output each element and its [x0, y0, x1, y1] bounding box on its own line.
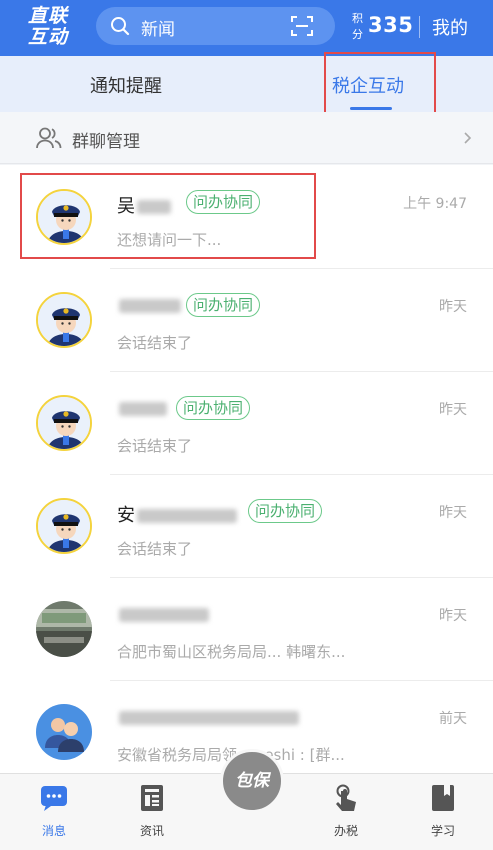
search-bar[interactable]: 新闻	[96, 7, 335, 45]
conversation-item[interactable]: 安 问办协同 昨天 会话结束了	[0, 474, 493, 577]
conversation-time: 昨天	[439, 505, 467, 521]
conversation-name: 安	[117, 501, 237, 527]
divider	[110, 577, 493, 578]
assist-badge: 问办协同	[186, 293, 261, 317]
search-icon	[111, 17, 130, 36]
tab-notifications[interactable]: 通知提醒	[90, 72, 162, 98]
conversation-list: 吴 问办协同 上午 9:47 还想请问一下... 问办协同 昨天 会话结束了 问…	[0, 165, 493, 773]
app-header: 直联 互动 新闻 积分 335 我的	[0, 0, 493, 56]
news-icon	[141, 785, 163, 811]
mine-link[interactable]: 我的	[432, 14, 468, 40]
conversation-item[interactable]: 问办协同 昨天 会话结束了	[0, 371, 493, 474]
group-users-icon	[36, 127, 62, 149]
scan-icon[interactable]	[291, 16, 313, 36]
baobao-center-button[interactable]: 包保	[220, 749, 284, 813]
conversation-time: 昨天	[439, 402, 467, 418]
nav-study[interactable]: 学习	[413, 784, 473, 839]
conversation-time: 昨天	[439, 608, 467, 624]
conversation-preview: 还想请问一下...	[117, 231, 222, 249]
divider	[110, 474, 493, 475]
police-avatar	[36, 189, 92, 245]
conversation-item[interactable]: 问办协同 昨天 会话结束了	[0, 268, 493, 371]
divider	[110, 268, 493, 269]
conversation-time: 昨天	[439, 299, 467, 315]
conversation-preview: 合肥市蜀山区税务局局... 韩曙东...	[117, 643, 346, 661]
conversation-time: 上午 9:47	[403, 196, 467, 212]
tab-tax-enterprise-interaction[interactable]: 税企互动	[332, 72, 404, 98]
nav-messages[interactable]: 消息	[24, 784, 84, 839]
points-label: 积分	[352, 12, 363, 41]
conversation-preview: 会话结束了	[117, 437, 193, 455]
photo-avatar	[36, 601, 92, 657]
active-tab-indicator	[350, 107, 392, 110]
conversation-name	[117, 295, 181, 316]
search-placeholder: 新闻	[141, 20, 175, 40]
police-avatar	[36, 498, 92, 554]
points-value: 335	[368, 13, 414, 37]
group-chat-management[interactable]: 群聊管理	[0, 112, 493, 164]
assist-badge: 问办协同	[176, 396, 251, 420]
assist-badge: 问办协同	[248, 499, 323, 523]
group-avatar	[36, 704, 92, 760]
police-avatar	[36, 292, 92, 348]
group-chat-management-label: 群聊管理	[72, 132, 140, 152]
nav-tax[interactable]: 办税	[316, 784, 376, 839]
conversation-name: 吴	[117, 192, 171, 218]
conversation-time: 前天	[439, 711, 467, 727]
assist-badge: 问办协同	[186, 190, 261, 214]
header-divider	[419, 16, 420, 38]
conversation-preview: 会话结束了	[117, 540, 193, 558]
message-icon	[41, 786, 67, 811]
conversation-item[interactable]: 昨天 合肥市蜀山区税务局局... 韩曙东...	[0, 577, 493, 680]
conversation-item[interactable]: 吴 问办协同 上午 9:47 还想请问一下...	[0, 165, 493, 268]
tab-bar: 通知提醒 税企互动	[0, 56, 493, 112]
conversation-name	[117, 398, 167, 419]
conversation-preview: 会话结束了	[117, 334, 193, 352]
divider	[110, 371, 493, 372]
book-icon	[432, 785, 454, 811]
conversation-name	[117, 604, 209, 625]
hand-tap-icon	[336, 784, 356, 811]
police-avatar	[36, 395, 92, 451]
nav-news[interactable]: 资讯	[122, 784, 182, 839]
app-logo: 直联 互动	[28, 5, 69, 48]
chevron-right-icon	[464, 132, 472, 144]
divider	[110, 680, 493, 681]
conversation-name	[117, 707, 299, 728]
